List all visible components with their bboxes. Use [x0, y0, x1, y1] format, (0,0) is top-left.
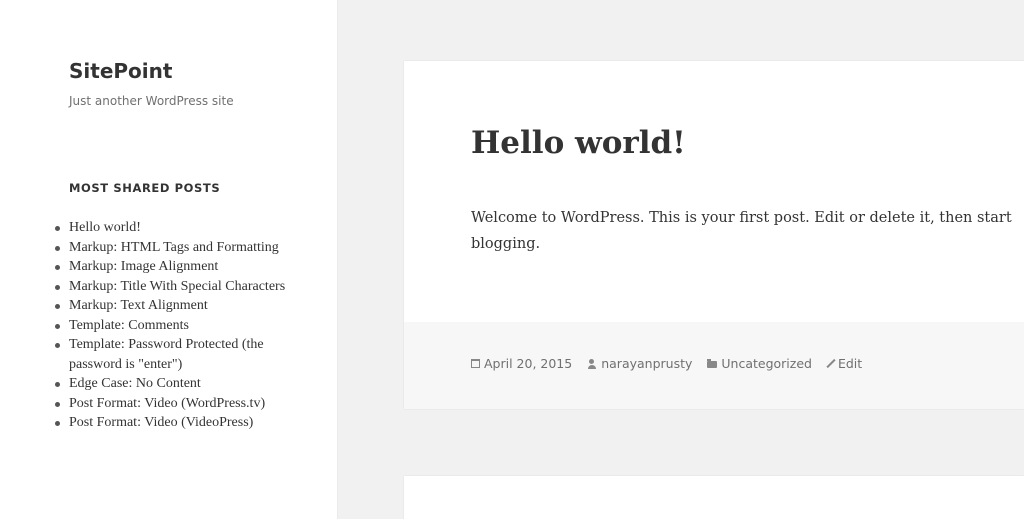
list-item: Hello world! [55, 218, 309, 238]
post-date: April 20, 2015 [471, 356, 572, 371]
user-icon [587, 358, 597, 369]
list-item: Markup: Title With Special Characters [55, 277, 309, 297]
pencil-icon [826, 358, 836, 369]
post-title[interactable]: Hello world! [471, 125, 686, 161]
post-link[interactable]: Post Format: Video (WordPress.tv) [69, 396, 265, 411]
post-link[interactable]: Post Format: Video (VideoPress) [69, 415, 253, 430]
post-date-link[interactable]: April 20, 2015 [484, 356, 572, 371]
post-edit: Edit [826, 356, 862, 371]
list-item: Markup: HTML Tags and Formatting [55, 238, 309, 258]
post-link[interactable]: Template: Password Protected (the passwo… [69, 337, 264, 372]
post-category: Uncategorized [707, 356, 812, 371]
calendar-icon [471, 359, 480, 368]
list-item: Markup: Image Alignment [55, 257, 309, 277]
post-link[interactable]: Markup: Image Alignment [69, 259, 218, 274]
list-item: Template: Password Protected (the passwo… [55, 335, 309, 374]
sidebar: SitePoint Just another WordPress site MO… [0, 0, 337, 519]
post-link[interactable]: Hello world! [69, 220, 141, 235]
post-meta: April 20, 2015 narayanprusty Uncategoriz… [471, 356, 877, 371]
post-link[interactable]: Template: Comments [69, 318, 189, 333]
post-author-link[interactable]: narayanprusty [601, 356, 692, 371]
widget-title: MOST SHARED POSTS [69, 181, 221, 195]
post-card: Hello world! Welcome to WordPress. This … [404, 61, 1024, 409]
site-description: Just another WordPress site [69, 94, 234, 108]
post-category-link[interactable]: Uncategorized [721, 356, 812, 371]
edit-link[interactable]: Edit [838, 356, 862, 371]
post-link[interactable]: Markup: HTML Tags and Formatting [69, 240, 279, 255]
post-link[interactable]: Edge Case: No Content [69, 376, 201, 391]
post-link[interactable]: Markup: Title With Special Characters [69, 279, 285, 294]
post-link[interactable]: Markup: Text Alignment [69, 298, 208, 313]
post-footer: April 20, 2015 narayanprusty Uncategoriz… [404, 322, 1024, 409]
next-post-card [404, 476, 1024, 519]
list-item: Template: Comments [55, 316, 309, 336]
post-author: narayanprusty [587, 356, 692, 371]
list-item: Edge Case: No Content [55, 374, 309, 394]
list-item: Post Format: Video (VideoPress) [55, 413, 309, 433]
folder-icon [707, 359, 718, 368]
most-shared-posts-list: Hello world! Markup: HTML Tags and Forma… [55, 218, 309, 433]
list-item: Post Format: Video (WordPress.tv) [55, 394, 309, 414]
site-title[interactable]: SitePoint [69, 59, 172, 83]
list-item: Markup: Text Alignment [55, 296, 309, 316]
post-content: Welcome to WordPress. This is your first… [471, 210, 1012, 252]
